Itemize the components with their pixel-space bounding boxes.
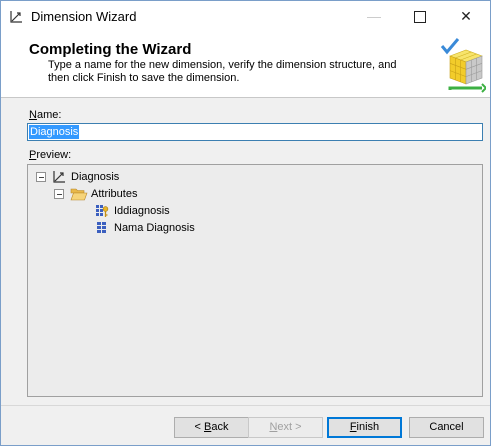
dimension-icon	[10, 11, 22, 23]
name-label: Name:	[29, 109, 61, 121]
minimize-button[interactable]: —	[351, 1, 397, 32]
attribute-icon	[97, 222, 106, 233]
maximize-icon	[414, 11, 426, 24]
dimension-icon	[53, 171, 65, 183]
back-button[interactable]: < Back	[174, 417, 249, 438]
name-label-text: ame:	[36, 109, 62, 121]
preview-tree[interactable]: Diagnosis Attributes Iddiagnosis Nama Di…	[27, 164, 483, 397]
cancel-button[interactable]: Cancel	[409, 417, 484, 438]
collapse-icon[interactable]	[36, 172, 46, 182]
key-attribute-icon	[96, 205, 109, 217]
title-bar[interactable]: Dimension Wizard — ✕	[1, 1, 490, 32]
next-button[interactable]: Next >	[248, 417, 323, 438]
tree-node-label: Iddiagnosis	[114, 205, 170, 217]
finish-button-mnemonic: F	[349, 421, 357, 433]
dimension-name-value: Diagnosis	[29, 125, 80, 139]
back-button-label: ack	[211, 421, 229, 433]
collapse-icon[interactable]	[54, 189, 64, 199]
close-icon: ✕	[460, 8, 472, 24]
tree-node-label: Attributes	[91, 188, 138, 200]
dimension-name-input[interactable]: Diagnosis	[27, 123, 483, 141]
page-description: Type a name for the new dimension, verif…	[48, 59, 397, 84]
preview-label-text: review:	[36, 149, 72, 161]
tree-node-label: Nama Diagnosis	[114, 222, 195, 234]
tree-node-attribute[interactable]: Iddiagnosis	[28, 203, 328, 219]
cube-check-icon	[440, 38, 486, 93]
wizard-header: Completing the Wizard Type a name for th…	[1, 32, 490, 98]
cancel-button-label: Cancel	[429, 421, 464, 433]
maximize-button[interactable]	[397, 1, 443, 32]
page-title: Completing the Wizard	[29, 41, 192, 58]
name-label-mnemonic: N	[29, 109, 37, 121]
tree-node-attributes[interactable]: Attributes	[28, 186, 328, 202]
finish-button-label: inish	[356, 421, 380, 433]
tree-node-label: Diagnosis	[71, 171, 120, 183]
tree-node-root[interactable]: Diagnosis	[28, 169, 328, 185]
next-button-label: ext >	[277, 421, 302, 433]
preview-label: Preview:	[29, 149, 71, 161]
back-button-prefix: <	[194, 421, 204, 433]
finish-button[interactable]: Finish	[327, 417, 402, 438]
window-title: Dimension Wizard	[31, 9, 137, 24]
dimension-wizard-window: Dimension Wizard — ✕ Completing the Wiza…	[0, 0, 491, 446]
footer-divider	[1, 405, 490, 406]
close-button[interactable]: ✕	[443, 1, 489, 32]
folder-open-icon	[70, 188, 88, 201]
tree-node-attribute[interactable]: Nama Diagnosis	[28, 220, 328, 236]
